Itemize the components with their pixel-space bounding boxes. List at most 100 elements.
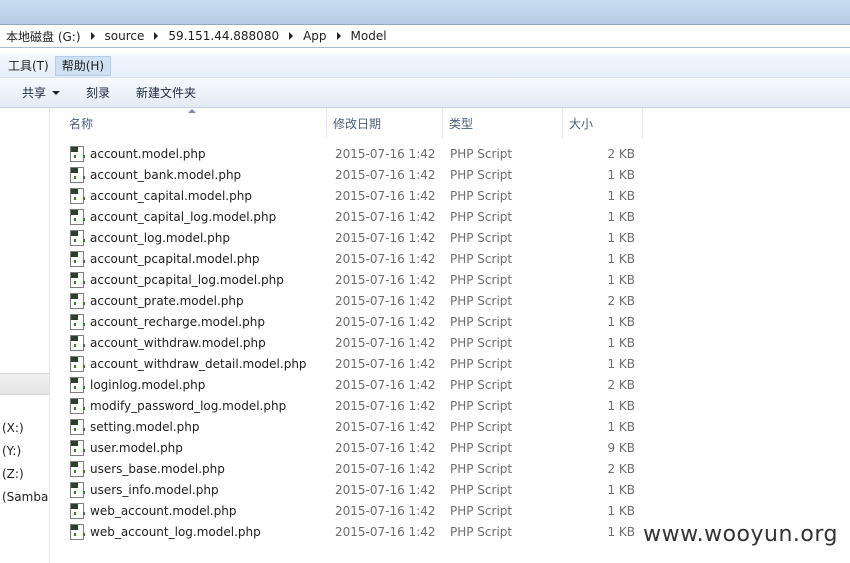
file-row[interactable]: account_recharge.model.php 2015-07-16 1:4… [51,311,651,332]
file-row[interactable]: account_pcapital.model.php 2015-07-16 1:4… [51,248,651,269]
file-name-cell: account_recharge.model.php [51,313,327,330]
php-file-icon [70,397,85,414]
file-date: 2015-07-16 1:42 [335,482,436,497]
chevron-right-icon[interactable] [289,32,294,40]
file-type: PHP Script [450,251,513,266]
file-type: PHP Script [450,272,513,287]
burn-button[interactable]: 刻录 [86,84,110,101]
menu-bar: 工具(T) 帮助(H) [0,54,850,78]
php-file-icon [70,334,85,351]
file-row[interactable]: web_account_log.model.php 2015-07-16 1:42… [51,521,651,542]
file-name-cell: account_withdraw_detail.model.php [51,355,327,372]
file-row[interactable]: setting.model.php 2015-07-16 1:42 PHP Scri… [51,416,651,437]
file-type: PHP Script [450,209,513,224]
menu-help[interactable]: 帮助(H) [54,55,112,76]
file-date: 2015-07-16 1:42 [335,230,436,245]
file-name: modify_password_log.model.php [90,398,287,413]
file-date: 2015-07-16 1:42 [335,377,436,392]
column-size[interactable]: 大小 [563,108,643,138]
nav-drive-y[interactable]: (Y:) [2,444,21,458]
php-file-icon [70,439,85,456]
file-name: account_capital.model.php [90,188,252,203]
file-size: 1 KB [607,335,635,350]
nav-drive-samba[interactable]: (Samba [2,490,48,504]
file-size: 1 KB [607,356,635,371]
chevron-right-icon[interactable] [154,32,159,40]
breadcrumb-item[interactable]: Model [351,29,387,43]
file-date: 2015-07-16 1:42 [335,398,436,413]
file-row[interactable]: account_capital_log.model.php 2015-07-16 … [51,206,651,227]
file-name-cell: account_prate.model.php [51,292,327,309]
menu-tools[interactable]: 工具(T) [2,56,55,76]
php-file-icon [70,376,85,393]
file-size: 1 KB [607,419,635,434]
file-date: 2015-07-16 1:42 [335,335,436,350]
file-row[interactable]: web_account.model.php 2015-07-16 1:42 PHP … [51,500,651,521]
file-name: setting.model.php [90,419,200,434]
file-name: account_capital_log.model.php [90,209,277,224]
navigation-pane: (X:) (Y:) (Z:) (Samba [0,108,50,563]
column-size-label: 大小 [569,116,594,131]
file-row[interactable]: users_base.model.php 2015-07-16 1:42 PHP S… [51,458,651,479]
file-type: PHP Script [450,314,513,329]
column-date[interactable]: 修改日期 [327,108,443,138]
file-name-cell: account.model.php [51,145,327,162]
file-name: account_withdraw.model.php [90,335,266,350]
file-type: PHP Script [450,461,513,476]
breadcrumb-item[interactable]: source [105,29,145,43]
address-bar[interactable]: 本地磁盘 (G:) source 59.151.44.888080 App Model [0,24,850,48]
file-type: PHP Script [450,377,513,392]
file-name: users_base.model.php [90,461,225,476]
share-button-label: 共享 [22,86,47,100]
file-row[interactable]: modify_password_log.model.php 2015-07-16 … [51,395,651,416]
breadcrumb-item[interactable]: 本地磁盘 (G:) [6,28,81,45]
file-row[interactable]: account_withdraw.model.php 2015-07-16 1:4… [51,332,651,353]
file-name-cell: account_pcapital.model.php [51,250,327,267]
new-folder-button-label: 新建文件夹 [136,86,197,100]
breadcrumb-item[interactable]: 59.151.44.888080 [168,29,279,43]
file-size: 1 KB [607,314,635,329]
file-row[interactable]: account_bank.model.php 2015-07-16 1:42 PHP… [51,164,651,185]
file-size: 9 KB [607,440,635,455]
watermark-text: www.wooyun.org [641,520,840,549]
chevron-right-icon[interactable] [90,32,95,40]
file-name: account_withdraw_detail.model.php [90,356,307,371]
navigation-section-bar[interactable] [0,373,49,395]
file-row[interactable]: user.model.php 2015-07-16 1:42 PHP Script 9… [51,437,651,458]
file-date: 2015-07-16 1:42 [335,419,436,434]
file-row[interactable]: account_prate.model.php 2015-07-16 1:42 PH… [51,290,651,311]
file-date: 2015-07-16 1:42 [335,356,436,371]
file-name-cell: web_account_log.model.php [51,523,327,540]
file-row[interactable]: users_info.model.php 2015-07-16 1:42 PHP S… [51,479,651,500]
php-file-icon [70,418,85,435]
breadcrumb-item[interactable]: App [303,29,326,43]
new-folder-button[interactable]: 新建文件夹 [136,84,196,101]
file-row[interactable]: account_pcapital_log.model.php 2015-07-16… [51,269,651,290]
column-name[interactable]: 名称 [51,108,327,138]
file-name-cell: loginlog.model.php [51,376,327,393]
file-row[interactable]: account.model.php 2015-07-16 1:42 PHP Scri… [51,143,651,164]
file-date: 2015-07-16 1:42 [335,188,436,203]
php-file-icon [70,229,85,246]
file-name-cell: account_capital_log.model.php [51,208,327,225]
file-date: 2015-07-16 1:42 [335,461,436,476]
file-type: PHP Script [450,167,513,182]
nav-drive-z[interactable]: (Z:) [2,467,24,481]
file-size: 2 KB [607,377,635,392]
file-name-cell: user.model.php [51,439,327,456]
file-name: loginlog.model.php [90,377,206,392]
file-name-cell: web_account.model.php [51,502,327,519]
file-name: account_prate.model.php [90,293,244,308]
file-row[interactable]: account_capital.model.php 2015-07-16 1:42… [51,185,651,206]
file-date: 2015-07-16 1:42 [335,251,436,266]
file-row[interactable]: account_withdraw_detail.model.php 2015-07… [51,353,651,374]
file-size: 1 KB [607,209,635,224]
file-list-pane: 名称 修改日期 类型 大小 account.model.php 2015-07-1… [51,108,850,563]
chevron-right-icon[interactable] [336,32,341,40]
file-size: 2 KB [607,293,635,308]
file-row[interactable]: loginlog.model.php 2015-07-16 1:42 PHP Scr… [51,374,651,395]
column-type[interactable]: 类型 [443,108,563,138]
nav-drive-x[interactable]: (X:) [2,421,24,435]
share-button[interactable]: 共享 [22,84,61,101]
file-row[interactable]: account_log.model.php 2015-07-16 1:42 PHP … [51,227,651,248]
